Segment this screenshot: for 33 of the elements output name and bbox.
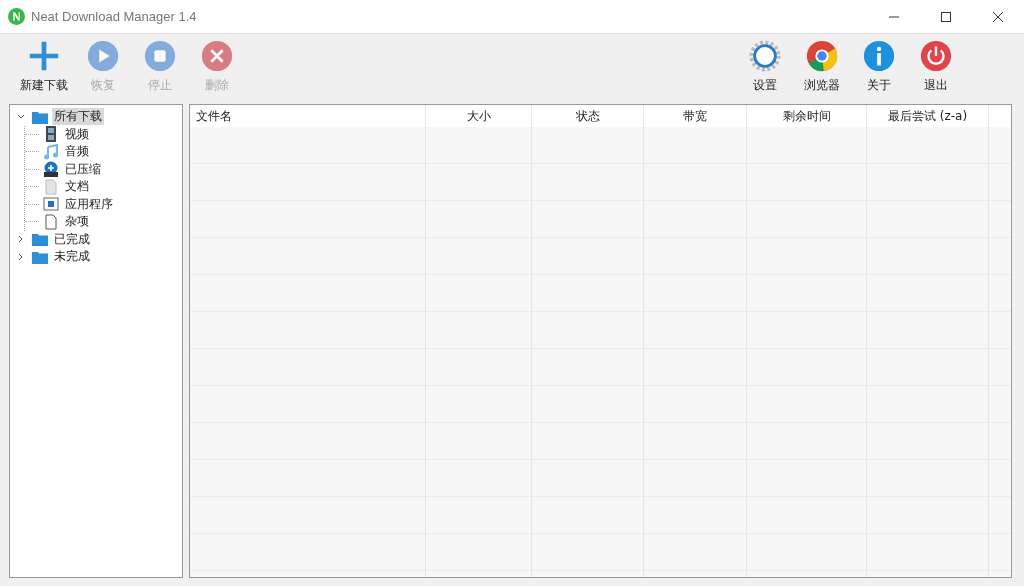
tree-item[interactable]: 视频 (63, 125, 91, 143)
delete-icon (199, 39, 234, 73)
toolbar-button[interactable]: 退出 (907, 36, 964, 102)
maximize-icon[interactable] (940, 10, 952, 23)
app-logo-icon (8, 8, 25, 25)
window-icon (43, 196, 59, 213)
window-title: Neat Download Manager 1.4 (31, 9, 197, 24)
browser-icon (804, 39, 839, 73)
toolbar-button[interactable]: 新建下载 (14, 36, 74, 102)
play-icon (85, 39, 120, 73)
file-icon (43, 213, 59, 230)
tree-item[interactable]: 杂项 (63, 213, 91, 231)
close-icon[interactable] (992, 10, 1004, 23)
power-icon (918, 39, 953, 73)
tree-item[interactable]: 未完成 (52, 248, 92, 266)
info-icon (861, 39, 896, 73)
tree-item[interactable]: 音频 (63, 143, 91, 161)
gear-icon (747, 39, 782, 73)
tree-item[interactable]: 文档 (63, 178, 91, 196)
tree-item[interactable]: 所有下载 (52, 108, 104, 126)
tree-item[interactable]: 已压缩 (63, 160, 103, 178)
stop-icon (142, 39, 177, 73)
film-icon (43, 126, 59, 143)
toolbar-button[interactable]: 设置 (736, 36, 793, 102)
document-icon (43, 178, 59, 195)
folder-icon (32, 231, 48, 248)
tree-item[interactable]: 已完成 (52, 230, 92, 248)
music-note-icon (43, 143, 59, 160)
tree-item[interactable]: 应用程序 (63, 195, 115, 213)
plus-icon (27, 39, 61, 73)
toolbar-button[interactable]: 关于 (850, 36, 907, 102)
toolbar-button[interactable]: 浏览器 (793, 36, 850, 102)
archive-icon (43, 161, 59, 178)
